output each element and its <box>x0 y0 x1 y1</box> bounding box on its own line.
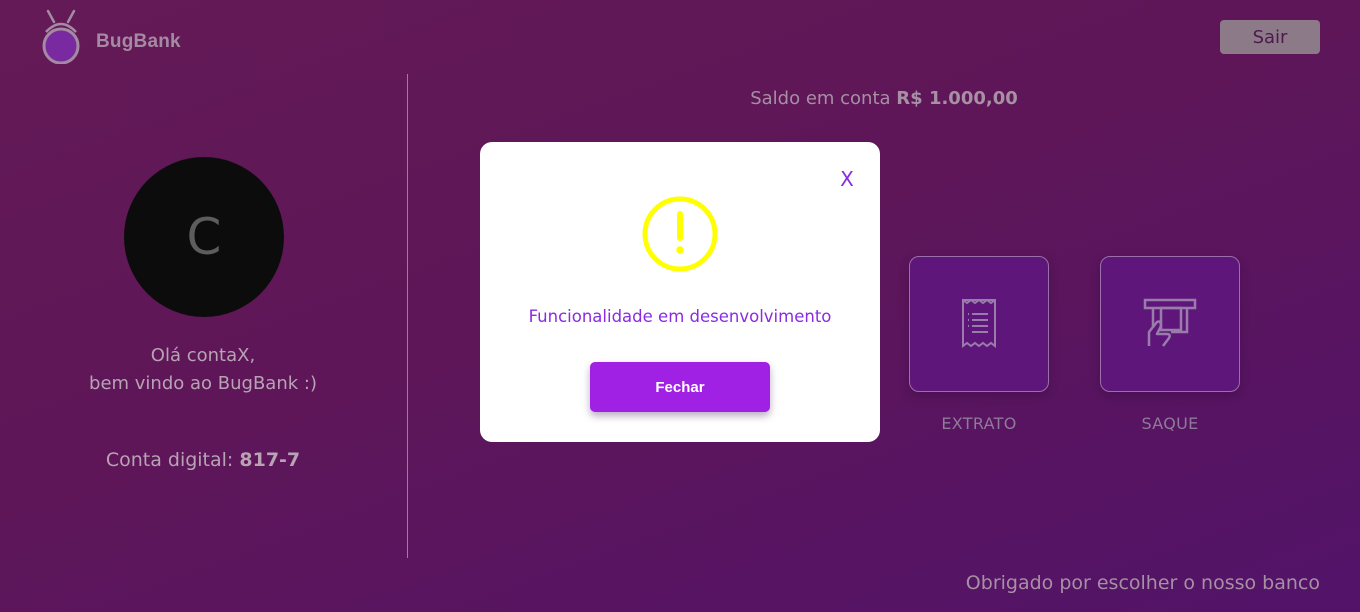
footer-text: Obrigado por escolher o nosso banco <box>965 572 1320 594</box>
greeting-line-2: bem vindo ao BugBank :) <box>89 373 317 394</box>
panel-divider <box>407 74 408 558</box>
greeting: Olá contaX, bem vindo ao BugBank :) <box>40 342 366 398</box>
account-label: Conta digital: <box>105 449 234 471</box>
brand-name: BugBank <box>96 31 181 52</box>
balance-label: Saldo em conta <box>750 88 891 109</box>
extrato-label: EXTRATO <box>941 414 1017 433</box>
receipt-icon <box>962 298 996 348</box>
atm-withdraw-icon <box>1143 298 1197 347</box>
saque-card[interactable] <box>1100 256 1240 392</box>
avatar-letter: C <box>186 208 222 266</box>
account-info: Conta digital: 817-7 <box>40 449 366 471</box>
balance: Saldo em conta R$ 1.000,00 <box>610 88 1158 109</box>
modal-dialog: X Funcionalidade em desenvolvimento Fech… <box>480 142 880 442</box>
logout-button[interactable]: Sair <box>1220 20 1320 54</box>
modal-message: Funcionalidade em desenvolvimento <box>528 307 832 326</box>
balance-value: R$ 1.000,00 <box>896 88 1018 109</box>
close-icon[interactable]: X <box>837 166 857 192</box>
bug-icon <box>42 9 80 64</box>
avatar: C <box>124 157 284 317</box>
greeting-line-1: Olá contaX, <box>150 345 256 366</box>
close-modal-button[interactable]: Fechar <box>590 362 770 412</box>
extrato-card[interactable] <box>909 256 1049 392</box>
account-number: 817-7 <box>239 449 301 471</box>
warning-icon <box>642 196 718 272</box>
saque-label: SAQUE <box>1141 414 1199 433</box>
